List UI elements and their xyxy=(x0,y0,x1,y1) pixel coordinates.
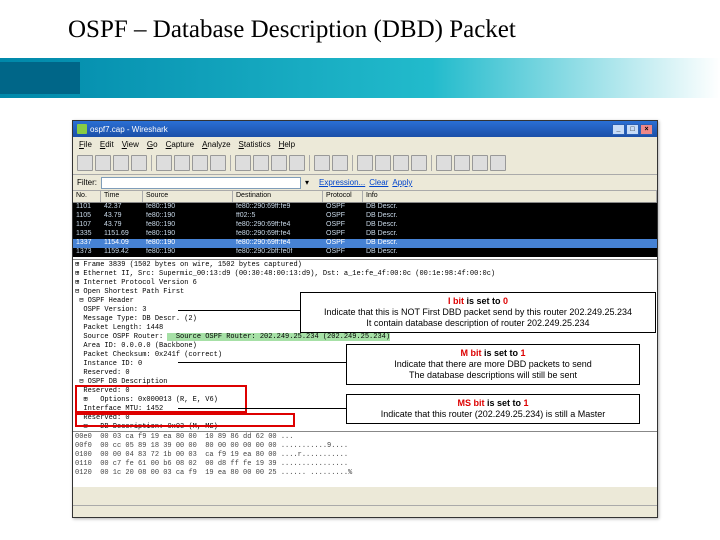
toolbar-button[interactable] xyxy=(411,155,427,171)
filter-label: Filter: xyxy=(77,178,97,187)
clear-link[interactable]: Clear xyxy=(369,178,388,187)
menu-view[interactable]: View xyxy=(122,140,139,149)
toolbar-button[interactable] xyxy=(210,155,226,171)
toolbar-button[interactable] xyxy=(131,155,147,171)
toolbar xyxy=(73,151,657,175)
menu-go[interactable]: Go xyxy=(147,140,158,149)
packet-row[interactable]: 110743.79fe80::190fe80::290:69ff:fe4OSPF… xyxy=(73,221,657,230)
bytes-line: 00f0 00 cc 05 89 18 39 00 00 80 00 00 00… xyxy=(75,442,655,451)
slide-title: OSPF – Database Description (DBD) Packet xyxy=(68,16,516,44)
bytes-line: 0110 00 c7 fe 61 00 b6 08 02 00 d8 ff fe… xyxy=(75,460,655,469)
toolbar-button[interactable] xyxy=(375,155,391,171)
toolbar-button[interactable] xyxy=(156,155,172,171)
app-icon xyxy=(77,124,87,134)
detail-line[interactable]: ⊞ Frame 3839 (1502 bytes on wire, 1502 b… xyxy=(75,261,655,270)
toolbar-button[interactable] xyxy=(113,155,129,171)
expression-link[interactable]: Expression... xyxy=(319,178,365,187)
filter-bar: Filter: ▾ Expression... Clear Apply xyxy=(73,175,657,191)
col-info[interactable]: Info xyxy=(363,191,657,202)
toolbar-button[interactable] xyxy=(436,155,452,171)
toolbar-button[interactable] xyxy=(357,155,373,171)
detail-line[interactable]: ⊟ DB Description: 0x03 (M, MS) xyxy=(75,423,655,431)
toolbar-button[interactable] xyxy=(77,155,93,171)
toolbar-button[interactable] xyxy=(95,155,111,171)
toolbar-button[interactable] xyxy=(472,155,488,171)
window-titlebar: ospf7.cap - Wireshark _ □ × xyxy=(73,121,657,137)
toolbar-separator xyxy=(309,155,310,171)
bytes-line: 0120 00 1c 20 08 00 03 ca f9 19 ea 80 00… xyxy=(75,469,655,478)
filter-dropdown-icon[interactable]: ▾ xyxy=(305,178,315,187)
toolbar-button[interactable] xyxy=(174,155,190,171)
detail-line[interactable]: ⊞ Internet Protocol Version 6 xyxy=(75,279,655,288)
filter-input[interactable] xyxy=(101,177,301,189)
toolbar-button[interactable] xyxy=(393,155,409,171)
menu-capture[interactable]: Capture xyxy=(166,140,194,149)
minimize-button[interactable]: _ xyxy=(612,124,625,135)
packet-row[interactable]: 13371154.09fe80::190fe80::290:69ff:fe4OS… xyxy=(73,239,657,248)
packet-row[interactable]: 13731159.42fe80::190fe80::290:2bff:fe0fO… xyxy=(73,248,657,257)
detail-line[interactable]: ⊞ Ethernet II, Src: Supermic_00:13:d9 (0… xyxy=(75,270,655,279)
toolbar-separator xyxy=(230,155,231,171)
col-time[interactable]: Time xyxy=(101,191,143,202)
packet-bytes[interactable]: 00e0 00 03 ca f9 19 ea 80 00 10 89 86 dd… xyxy=(73,431,657,487)
menu-statistics[interactable]: Statistics xyxy=(239,140,271,149)
toolbar-separator xyxy=(352,155,353,171)
col-no[interactable]: No. xyxy=(73,191,101,202)
callout-lead xyxy=(178,408,346,409)
callout-msbit: MS bit is set to 1 Indicate that this ro… xyxy=(346,394,640,424)
toolbar-separator xyxy=(431,155,432,171)
toolbar-button[interactable] xyxy=(192,155,208,171)
status-bar xyxy=(73,505,657,517)
packet-row[interactable]: 110543.79fe80::190ff02::5OSPFDB Descr. xyxy=(73,212,657,221)
toolbar-button[interactable] xyxy=(454,155,470,171)
menu-file[interactable]: File xyxy=(79,140,92,149)
toolbar-button[interactable] xyxy=(490,155,506,171)
window-title: ospf7.cap - Wireshark xyxy=(90,125,168,134)
menu-bar: File Edit View Go Capture Analyze Statis… xyxy=(73,137,657,151)
detail-line: Source OSPF Router: Source OSPF Router: … xyxy=(75,333,655,342)
callout-lead xyxy=(178,310,300,311)
packet-list[interactable]: 110142.37fe80::190fe80::290:69ff:fe9OSPF… xyxy=(73,203,657,259)
callout-mbit: M bit is set to 1 Indicate that there ar… xyxy=(346,344,640,385)
toolbar-button[interactable] xyxy=(314,155,330,171)
toolbar-button[interactable] xyxy=(253,155,269,171)
col-protocol[interactable]: Protocol xyxy=(323,191,363,202)
toolbar-button[interactable] xyxy=(289,155,305,171)
apply-link[interactable]: Apply xyxy=(392,178,412,187)
menu-analyze[interactable]: Analyze xyxy=(202,140,230,149)
bytes-line: 00e0 00 03 ca f9 19 ea 80 00 10 89 86 dd… xyxy=(75,433,655,442)
toolbar-separator xyxy=(151,155,152,171)
menu-help[interactable]: Help xyxy=(279,140,295,149)
col-source[interactable]: Source xyxy=(143,191,233,202)
packet-list-header: No. Time Source Destination Protocol Inf… xyxy=(73,191,657,203)
menu-edit[interactable]: Edit xyxy=(100,140,114,149)
toolbar-button[interactable] xyxy=(271,155,287,171)
toolbar-button[interactable] xyxy=(332,155,348,171)
toolbar-button[interactable] xyxy=(235,155,251,171)
callout-lead xyxy=(178,362,346,363)
packet-row[interactable]: 110142.37fe80::190fe80::290:69ff:fe9OSPF… xyxy=(73,203,657,212)
callout-ibit: I bit is set to 0 Indicate that this is … xyxy=(300,292,656,333)
maximize-button[interactable]: □ xyxy=(626,124,639,135)
col-destination[interactable]: Destination xyxy=(233,191,323,202)
bytes-line: 0100 00 00 04 83 72 1b 00 03 ca f9 19 ea… xyxy=(75,451,655,460)
packet-row[interactable]: 13351151.69fe80::190fe80::290:69ff:fe4OS… xyxy=(73,230,657,239)
close-button[interactable]: × xyxy=(640,124,653,135)
